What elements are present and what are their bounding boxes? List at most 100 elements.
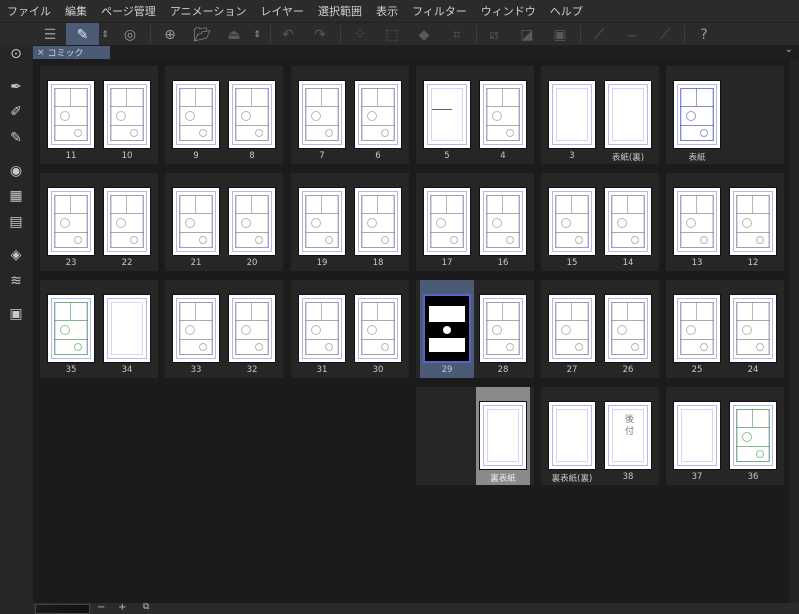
add-page-icon[interactable]: ⊕ [156,23,184,46]
menu-item[interactable]: フィルター [412,3,467,19]
page-thumbnail[interactable]: 表紙 [670,66,724,164]
redo-icon[interactable]: ↷ [306,23,334,46]
page-thumbnail[interactable]: 32 [225,280,279,378]
page-preview [172,294,220,363]
import-icon[interactable]: ⏏ [220,23,248,46]
page-thumbnail[interactable]: 19 [295,173,349,271]
page-thumbnail[interactable]: 13 [670,173,724,271]
page-thumbnail[interactable]: 9 [169,66,223,164]
page-thumbnail[interactable]: 12 [726,173,780,271]
page-thumbnail[interactable]: 11 [44,66,98,164]
page-thumbnail[interactable]: 24 [726,280,780,378]
page-thumbnail[interactable]: 28 [476,280,530,378]
page-preview [548,80,596,149]
page-thumbnail[interactable]: 3 [545,66,599,164]
zoom-search-icon[interactable]: ⊙ [6,44,26,64]
invert-selection-icon[interactable]: ◪ [513,23,541,46]
close-tab-icon[interactable]: × [37,48,45,58]
crop-icon[interactable]: ⌗ [443,23,471,46]
page-preview [228,294,276,363]
page-thumbnail[interactable]: 33 [169,280,223,378]
swirl-icon[interactable]: ◎ [116,23,144,46]
layer-property-icon[interactable]: ◈ [6,245,26,265]
menu-item[interactable]: ウィンドウ [481,3,536,19]
line-ruler-icon[interactable]: ⟋ [651,23,679,46]
page-thumbnail[interactable]: 8 [225,66,279,164]
page-thumbnail[interactable]: 36 [726,387,780,485]
page-label: 11 [65,151,77,161]
menu-item[interactable]: ファイル [7,3,51,19]
thumbnail-size-slider[interactable] [35,604,90,614]
page-thumbnail[interactable]: 27 [545,280,599,378]
page-thumbnail[interactable]: 29 [420,280,474,378]
page-thumbnail[interactable]: 16 [476,173,530,271]
undo-icon[interactable]: ↶ [274,23,302,46]
tab-comic[interactable]: × コミック [33,46,110,59]
vertical-scrollbar[interactable] [789,60,799,603]
page-label: 18 [372,258,384,268]
fit-view-icon[interactable]: ⧉ [143,602,149,612]
page-thumbnail[interactable]: 34 [100,280,154,378]
open-folder-icon[interactable]: 📂︎ [188,23,216,46]
page-thumbnail[interactable]: 35 [44,280,98,378]
page-thumbnail[interactable]: 20 [225,173,279,271]
pen-settings-icon[interactable]: ✐ [6,102,26,122]
color-set-icon[interactable]: ▦ [6,186,26,206]
page-thumbnail[interactable]: 5 [420,66,474,164]
spread: 9 8 [165,66,283,164]
page-thumbnail[interactable]: 7 [295,66,349,164]
page-thumbnail[interactable]: 23 [44,173,98,271]
menu-item[interactable]: アニメーション [170,3,247,19]
page-manager-icon[interactable]: ▣ [6,304,26,324]
menu-item[interactable]: ページ管理 [101,3,156,19]
clear-selection-icon[interactable]: ⧄ [480,23,508,46]
menu-item[interactable]: 選択範囲 [318,3,362,19]
page-thumbnail[interactable]: 10 [100,66,154,164]
page-label: 21 [190,258,202,268]
page-thumbnail[interactable]: 表紙(裏) [601,66,655,164]
material-icon[interactable]: ▤ [6,212,26,232]
zoom-out-button[interactable]: − [97,602,105,613]
page-thumbnail[interactable]: 31 [295,280,349,378]
selection-border-icon[interactable]: ▣ [546,23,574,46]
menu-item[interactable]: 表示 [376,3,398,19]
spread: 25 24 [666,280,784,378]
page-thumbnail[interactable]: 6 [351,66,405,164]
menu-icon[interactable]: ☰ [36,23,64,46]
page-label: 16 [497,258,509,268]
brush-settings-icon[interactable]: ✎ [6,128,26,148]
page-thumbnail[interactable]: 37 [670,387,724,485]
selection-icon[interactable]: ⬚ [378,23,406,46]
layers-icon[interactable]: ≋ [6,271,26,291]
page-thumbnail[interactable]: 25 [670,280,724,378]
switch-arrows-icon[interactable]: ⇕ [94,23,116,46]
zoom-in-button[interactable]: + [118,602,126,613]
pen-tool-icon[interactable]: ✒ [6,77,26,97]
page-thumbnail[interactable]: 26 [601,280,655,378]
menu-item[interactable]: ヘルプ [550,3,583,19]
menu-item[interactable]: 編集 [65,3,87,19]
page-label: 36 [747,472,759,482]
page-thumbnail[interactable]: 22 [100,173,154,271]
fill-icon[interactable]: ◆ [410,23,438,46]
page-thumbnail[interactable]: 15 [545,173,599,271]
page-thumbnail[interactable]: 裏表紙(裏) [545,387,599,485]
page-thumbnail[interactable]: 4 [476,66,530,164]
spread: 27 26 [541,280,659,378]
ruler-icon[interactable]: ⟋ [585,23,613,46]
page-thumbnail[interactable]: 18 [351,173,405,271]
page-thumbnail[interactable]: 17 [420,173,474,271]
color-wheel-icon[interactable]: ◉ [6,161,26,181]
page-thumbnail[interactable]: 裏表紙 [476,387,530,485]
page-thumbnail[interactable]: 30 [351,280,405,378]
chevron-down-icon[interactable]: ⌄ [785,44,793,55]
help-icon[interactable]: ? [690,23,718,46]
page-thumbnail[interactable]: 後付 38 [601,387,655,485]
page-label: 19 [316,258,328,268]
menu-item[interactable]: レイヤー [260,3,304,19]
curve-ruler-icon[interactable]: ⌣ [618,23,646,46]
page-thumbnail[interactable]: 21 [169,173,223,271]
page-thumbnail[interactable]: 14 [601,173,655,271]
switch-arrows-icon[interactable]: ⇕ [246,23,268,46]
select-all-icon[interactable]: ⁘ [346,23,374,46]
